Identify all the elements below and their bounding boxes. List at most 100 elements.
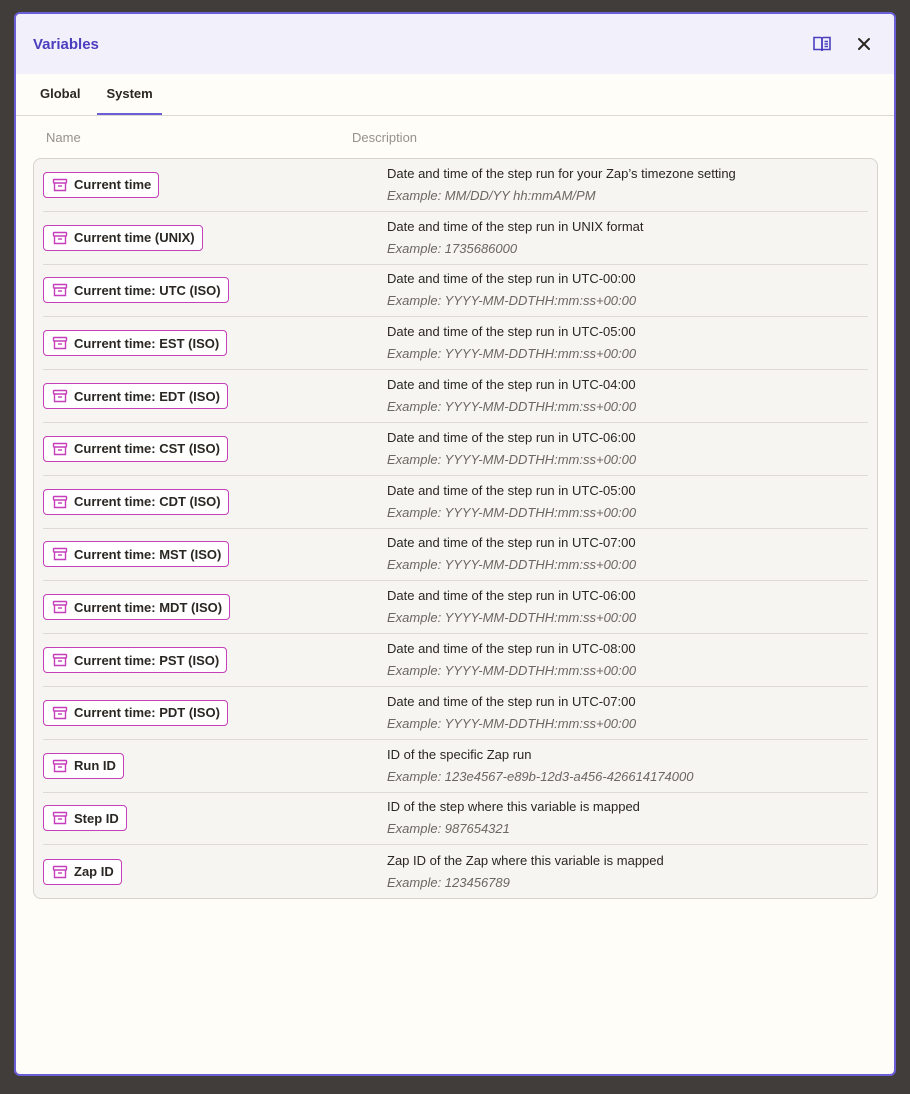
table-row: Current time: CST (ISO) Date and time of … [43,423,868,476]
variable-description: Date and time of the step run in UTC-00:… [387,271,636,287]
name-cell: Step ID [43,805,387,832]
archive-box-icon [52,548,68,561]
variable-description: Date and time of the step run in UTC-07:… [387,535,636,551]
docs-button[interactable] [808,30,836,58]
variables-dialog: Variables Global System Name Description… [14,12,896,1076]
table-row: Current time: MDT (ISO) Date and time of … [43,581,868,635]
description-cell: Zap ID of the Zap where this variable is… [387,853,868,891]
variable-example: Example: YYYY-MM-DDTHH:mm:ss+00:00 [387,557,637,573]
variable-example: Example: YYYY-MM-DDTHH:mm:ss+00:00 [387,451,637,467]
description-cell: Date and time of the step run for your Z… [387,166,868,204]
description-cell: Date and time of the step run in UTC-05:… [387,324,868,362]
name-cell: Current time: CST (ISO) [43,435,387,462]
variable-pill[interactable]: Run ID [43,752,124,779]
archive-box-icon [52,759,68,772]
variable-example: Example: MM/DD/YY hh:mmAM/PM [387,187,596,203]
description-cell: Date and time of the step run in UNIX fo… [387,219,868,257]
variable-example: Example: YYYY-MM-DDTHH:mm:ss+00:00 [387,715,637,731]
variable-name: Current time: CDT (ISO) [74,494,221,510]
variable-description: Date and time of the step run in UTC-06:… [387,588,636,604]
table-row: Current time: PST (ISO) Date and time of … [43,634,868,687]
table-row: Current time Date and time of the step ru… [43,159,868,212]
column-header-description: Description [352,129,418,145]
variable-name: Step ID [74,810,119,826]
variable-name: Current time: MST (ISO) [74,546,222,562]
table-row: Current time: UTC (ISO) Date and time of … [43,265,868,318]
variable-example: Example: 1735686000 [387,240,518,256]
name-cell: Current time: MST (ISO) [43,541,387,568]
description-cell: Date and time of the step run in UTC-06:… [387,430,868,468]
variable-example: Example: YYYY-MM-DDTHH:mm:ss+00:00 [387,610,637,626]
variable-name: Current time (UNIX) [74,230,195,246]
variable-pill[interactable]: Current time: MST (ISO) [43,541,230,568]
variable-name: Current time [74,177,152,193]
archive-box-icon [52,601,68,614]
description-cell: Date and time of the step run in UTC-07:… [387,535,868,573]
table-row: Run ID ID of the specific Zap run Example:… [43,740,868,793]
variable-name: Run ID [74,758,116,774]
variable-pill[interactable]: Current time [43,171,160,198]
variable-example: Example: 123456789 [387,874,510,890]
variable-pill[interactable]: Current time: CDT (ISO) [43,488,229,515]
name-cell: Current time: MDT (ISO) [43,594,387,621]
variable-name: Current time: PDT (ISO) [74,705,220,721]
variable-pill[interactable]: Current time: CST (ISO) [43,435,228,462]
variable-pill[interactable]: Step ID [43,805,127,832]
variable-pill[interactable]: Current time: PDT (ISO) [43,699,228,726]
name-cell: Current time: EST (ISO) [43,330,387,357]
variable-name: Current time: EST (ISO) [74,335,220,351]
variable-pill[interactable]: Current time: EDT (ISO) [43,383,228,410]
archive-box-icon [52,653,68,667]
table-row: Current time: EDT (ISO) Date and time of … [43,370,868,423]
column-headers: Name Description [16,116,894,158]
table-row: Step ID ID of the step where this variabl… [43,793,868,846]
table-row: Current time: CDT (ISO) Date and time of … [43,476,868,529]
variable-description: Date and time of the step run in UTC-04:… [387,377,636,393]
variable-description: Date and time of the step run for your Z… [387,165,736,181]
archive-box-icon [52,231,68,244]
variable-example: Example: YYYY-MM-DDTHH:mm:ss+00:00 [387,663,637,679]
variable-description: Date and time of the step run in UTC-05:… [387,324,636,340]
variable-description: ID of the specific Zap run [387,746,532,762]
table-row: Current time (UNIX) Date and time of the … [43,212,868,265]
archive-box-icon [52,812,68,825]
close-button[interactable] [850,30,878,58]
archive-box-icon [52,284,68,297]
name-cell: Current time (UNIX) [43,224,387,251]
variable-pill[interactable]: Current time: PST (ISO) [43,647,228,674]
tab-system[interactable]: System [97,74,162,115]
archive-box-icon [52,495,68,508]
variable-pill[interactable]: Zap ID [43,858,122,885]
description-cell: ID of the step where this variable is ma… [387,799,868,837]
tab-global[interactable]: Global [31,74,89,115]
description-cell: Date and time of the step run in UTC-06:… [387,588,868,626]
dialog-title: Variables [33,35,99,53]
table-row: Current time: MST (ISO) Date and time of … [43,529,868,582]
book-open-icon [813,36,831,52]
variable-name: Zap ID [74,864,114,880]
description-cell: Date and time of the step run in UTC-04:… [387,377,868,415]
variable-description: ID of the step where this variable is ma… [387,799,640,815]
variable-pill[interactable]: Current time: EST (ISO) [43,330,228,357]
dialog-header: Variables [16,14,894,74]
name-cell: Current time: CDT (ISO) [43,488,387,515]
tab-bar: Global System [16,74,894,116]
close-icon [858,38,870,50]
variable-pill[interactable]: Current time: UTC (ISO) [43,277,229,304]
variable-name: Current time: EDT (ISO) [74,388,220,404]
variable-description: Date and time of the step run in UTC-08:… [387,641,636,657]
variable-example: Example: YYYY-MM-DDTHH:mm:ss+00:00 [387,346,637,362]
variable-pill[interactable]: Current time: MDT (ISO) [43,594,231,621]
archive-box-icon [52,337,68,350]
description-cell: ID of the specific Zap run Example: 123e4… [387,747,868,785]
name-cell: Current time [43,171,387,198]
variable-example: Example: 123e4567-e89b-12d3-a456-4266141… [387,768,694,784]
name-cell: Zap ID [43,858,387,885]
variable-example: Example: YYYY-MM-DDTHH:mm:ss+00:00 [387,293,637,309]
column-header-name: Name [46,129,81,145]
table-row: Zap ID Zap ID of the Zap where this varia… [43,845,868,898]
variable-pill[interactable]: Current time (UNIX) [43,224,203,251]
name-cell: Current time: UTC (ISO) [43,277,387,304]
archive-box-icon [52,865,68,878]
variable-name: Current time: PST (ISO) [74,652,220,668]
